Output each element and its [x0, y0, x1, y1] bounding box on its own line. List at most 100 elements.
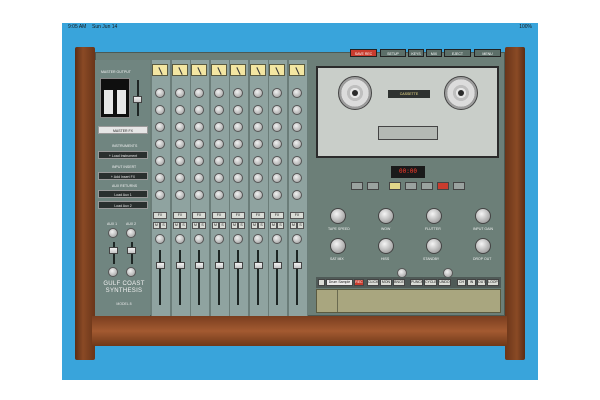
- drop-out-knob[interactable]: [475, 238, 491, 254]
- channel-knob[interactable]: [233, 105, 243, 115]
- channel-knob[interactable]: [155, 156, 165, 166]
- channel-knob[interactable]: [194, 105, 204, 115]
- channel-knob[interactable]: [233, 88, 243, 98]
- aux2-pan-knob[interactable]: [126, 267, 136, 277]
- channel-knob[interactable]: [175, 122, 185, 132]
- channel-knob[interactable]: [292, 88, 302, 98]
- rewind-button[interactable]: [367, 182, 379, 190]
- channel-knob[interactable]: [155, 105, 165, 115]
- channel-fx-button[interactable]: FX: [173, 212, 187, 219]
- channel-fader[interactable]: [195, 262, 204, 269]
- sampler-waveform[interactable]: [316, 289, 501, 313]
- channel-knob[interactable]: [292, 190, 302, 200]
- rewind-start-button[interactable]: [351, 182, 363, 190]
- channel-knob[interactable]: [292, 173, 302, 183]
- aux2-fader[interactable]: [127, 247, 136, 254]
- forward-end-button[interactable]: [453, 182, 465, 190]
- channel-solo-button[interactable]: S: [238, 222, 245, 229]
- mix-button[interactable]: MIX: [426, 49, 442, 57]
- keys-button[interactable]: KEYS: [408, 49, 424, 57]
- channel-mute-button[interactable]: M: [173, 222, 180, 229]
- channel-knob[interactable]: [175, 105, 185, 115]
- channel-knob[interactable]: [233, 173, 243, 183]
- channel-knob[interactable]: [292, 139, 302, 149]
- channel-knob[interactable]: [253, 139, 263, 149]
- standby-knob[interactable]: [426, 238, 442, 254]
- channel-knob[interactable]: [253, 105, 263, 115]
- channel-knob[interactable]: [233, 139, 243, 149]
- master-fader[interactable]: [133, 96, 142, 103]
- channel-knob[interactable]: [272, 190, 282, 200]
- channel-fader[interactable]: [215, 262, 224, 269]
- channel-knob[interactable]: [233, 122, 243, 132]
- channel-knob[interactable]: [272, 88, 282, 98]
- channel-knob[interactable]: [253, 156, 263, 166]
- channel-knob[interactable]: [233, 156, 243, 166]
- channel-knob[interactable]: [272, 173, 282, 183]
- channel-knob[interactable]: [214, 190, 224, 200]
- menu-button[interactable]: MENU: [474, 49, 501, 57]
- channel-solo-button[interactable]: S: [258, 222, 265, 229]
- channel-pan-knob[interactable]: [253, 234, 263, 244]
- flutter-knob[interactable]: [426, 208, 442, 224]
- channel-knob[interactable]: [292, 122, 302, 132]
- channel-knob[interactable]: [175, 190, 185, 200]
- channel-solo-button[interactable]: S: [219, 222, 226, 229]
- channel-solo-button[interactable]: S: [277, 222, 284, 229]
- channel-knob[interactable]: [175, 173, 185, 183]
- channel-knob[interactable]: [194, 173, 204, 183]
- channel-knob[interactable]: [155, 173, 165, 183]
- hiss-knob[interactable]: [378, 238, 394, 254]
- ch-button[interactable]: CH: [457, 279, 466, 286]
- channel-knob[interactable]: [214, 105, 224, 115]
- channel-solo-button[interactable]: S: [297, 222, 304, 229]
- channel-mute-button[interactable]: M: [270, 222, 277, 229]
- channel-fader[interactable]: [156, 262, 165, 269]
- channel-knob[interactable]: [292, 105, 302, 115]
- channel-knob[interactable]: [272, 139, 282, 149]
- in-button[interactable]: IN: [467, 279, 476, 286]
- sampler-rec-button[interactable]: REC: [354, 279, 364, 286]
- aux1-fader[interactable]: [109, 247, 118, 254]
- sample-name[interactable]: Drum Sample: [326, 279, 353, 286]
- channel-knob[interactable]: [272, 105, 282, 115]
- fast-forward-button[interactable]: [421, 182, 433, 190]
- channel-knob[interactable]: [175, 156, 185, 166]
- channel-mute-button[interactable]: M: [290, 222, 297, 229]
- undo-button[interactable]: UNDO: [438, 279, 451, 286]
- channel-knob[interactable]: [214, 122, 224, 132]
- channel-knob[interactable]: [194, 190, 204, 200]
- channel-pan-knob[interactable]: [292, 234, 302, 244]
- aux1-knob[interactable]: [108, 228, 118, 238]
- channel-fx-button[interactable]: FX: [192, 212, 206, 219]
- add-insert-button[interactable]: + Add Insert FX: [98, 172, 148, 180]
- channel-fx-button[interactable]: FX: [270, 212, 284, 219]
- channel-pan-knob[interactable]: [175, 234, 185, 244]
- channel-knob[interactable]: [155, 88, 165, 98]
- channel-mute-button[interactable]: M: [251, 222, 258, 229]
- channel-knob[interactable]: [233, 190, 243, 200]
- channel-knob[interactable]: [253, 190, 263, 200]
- channel-knob[interactable]: [214, 156, 224, 166]
- eject-button[interactable]: EJECT: [444, 49, 471, 57]
- channel-mute-button[interactable]: M: [212, 222, 219, 229]
- channel-solo-button[interactable]: S: [160, 222, 167, 229]
- punch-button[interactable]: PUNCH: [410, 279, 423, 286]
- channel-fader[interactable]: [234, 262, 243, 269]
- channel-knob[interactable]: [194, 139, 204, 149]
- sat-mix-knob[interactable]: [330, 238, 346, 254]
- channel-mute-button[interactable]: M: [192, 222, 199, 229]
- channel-pan-knob[interactable]: [155, 234, 165, 244]
- channel-knob[interactable]: [214, 139, 224, 149]
- channel-solo-button[interactable]: S: [180, 222, 187, 229]
- channel-knob[interactable]: [253, 122, 263, 132]
- aux2-knob[interactable]: [126, 228, 136, 238]
- channel-knob[interactable]: [214, 173, 224, 183]
- channel-fader[interactable]: [254, 262, 263, 269]
- channel-fx-button[interactable]: FX: [290, 212, 304, 219]
- channel-fx-button[interactable]: FX: [251, 212, 265, 219]
- input-gain-knob[interactable]: [475, 208, 491, 224]
- stop-button[interactable]: [389, 182, 401, 190]
- channel-knob[interactable]: [155, 139, 165, 149]
- wow-knob[interactable]: [378, 208, 394, 224]
